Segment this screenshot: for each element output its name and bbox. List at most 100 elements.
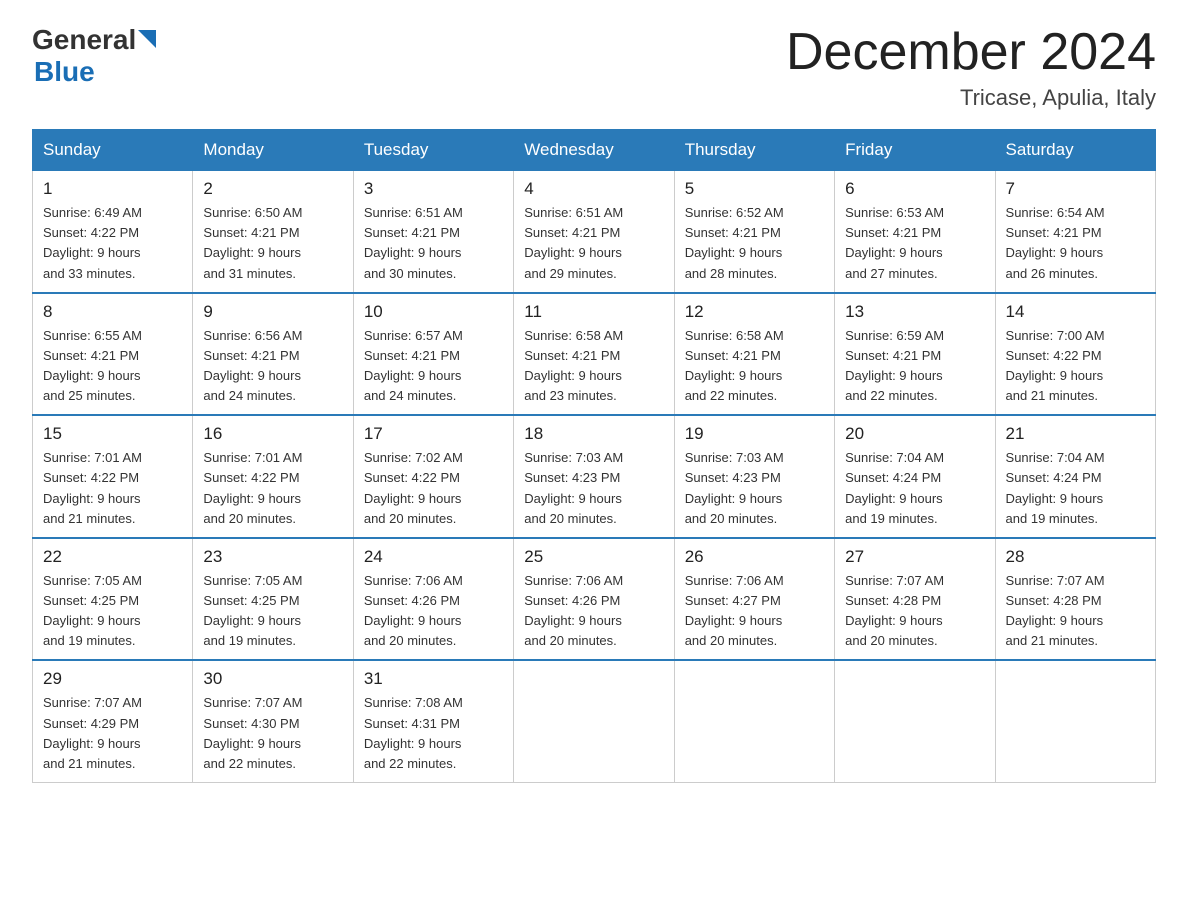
calendar-cell: 19 Sunrise: 7:03 AMSunset: 4:23 PMDayligh… — [674, 415, 834, 538]
calendar-cell: 5Sunrise: 6:52 AMSunset: 4:21 PMDaylight… — [674, 171, 834, 293]
day-number: 24 — [364, 547, 503, 567]
day-number: 23 — [203, 547, 342, 567]
day-info: Sunrise: 7:07 AMSunset: 4:28 PMDaylight:… — [1006, 571, 1145, 652]
day-number: 28 — [1006, 547, 1145, 567]
calendar-cell: 7Sunrise: 6:54 AMSunset: 4:21 PMDaylight… — [995, 171, 1155, 293]
calendar-week-row: 29 Sunrise: 7:07 AMSunset: 4:29 PMDayligh… — [33, 660, 1156, 782]
day-number: 4 — [524, 179, 663, 199]
weekday-header-saturday: Saturday — [995, 130, 1155, 171]
day-number: 16 — [203, 424, 342, 444]
day-number: 21 — [1006, 424, 1145, 444]
day-info: Sunrise: 7:07 AMSunset: 4:28 PMDaylight:… — [845, 571, 984, 652]
logo-blue-text: Blue — [34, 56, 95, 87]
day-number: 7 — [1006, 179, 1145, 199]
weekday-header-row: SundayMondayTuesdayWednesdayThursdayFrid… — [33, 130, 1156, 171]
day-info: Sunrise: 7:00 AMSunset: 4:22 PMDaylight:… — [1006, 326, 1145, 407]
day-number: 31 — [364, 669, 503, 689]
day-number: 12 — [685, 302, 824, 322]
day-number: 22 — [43, 547, 182, 567]
day-info: Sunrise: 7:07 AMSunset: 4:29 PMDaylight:… — [43, 693, 182, 774]
day-number: 18 — [524, 424, 663, 444]
calendar-cell: 4 Sunrise: 6:51 AMSunset: 4:21 PMDaylight… — [514, 171, 674, 293]
calendar-cell: 28 Sunrise: 7:07 AMSunset: 4:28 PMDayligh… — [995, 538, 1155, 661]
calendar-cell: 18 Sunrise: 7:03 AMSunset: 4:23 PMDayligh… — [514, 415, 674, 538]
day-number: 15 — [43, 424, 182, 444]
weekday-header-thursday: Thursday — [674, 130, 834, 171]
day-info: Sunrise: 6:58 AMSunset: 4:21 PMDaylight:… — [524, 326, 663, 407]
day-info: Sunrise: 6:52 AMSunset: 4:21 PMDaylight:… — [685, 203, 824, 284]
day-number: 10 — [364, 302, 503, 322]
weekday-header-sunday: Sunday — [33, 130, 193, 171]
calendar-cell: 13 Sunrise: 6:59 AMSunset: 4:21 PMDayligh… — [835, 293, 995, 416]
calendar-cell: 14Sunrise: 7:00 AMSunset: 4:22 PMDayligh… — [995, 293, 1155, 416]
day-info: Sunrise: 6:49 AMSunset: 4:22 PMDaylight:… — [43, 203, 182, 284]
day-number: 19 — [685, 424, 824, 444]
calendar-cell: 15 Sunrise: 7:01 AMSunset: 4:22 PMDayligh… — [33, 415, 193, 538]
calendar-cell: 17Sunrise: 7:02 AMSunset: 4:22 PMDayligh… — [353, 415, 513, 538]
calendar-cell: 12 Sunrise: 6:58 AMSunset: 4:21 PMDayligh… — [674, 293, 834, 416]
day-info: Sunrise: 6:59 AMSunset: 4:21 PMDaylight:… — [845, 326, 984, 407]
calendar-cell: 11 Sunrise: 6:58 AMSunset: 4:21 PMDayligh… — [514, 293, 674, 416]
calendar-cell: 1 Sunrise: 6:49 AMSunset: 4:22 PMDaylight… — [33, 171, 193, 293]
day-number: 27 — [845, 547, 984, 567]
location-text: Tricase, Apulia, Italy — [786, 85, 1156, 111]
calendar-cell: 20 Sunrise: 7:04 AMSunset: 4:24 PMDayligh… — [835, 415, 995, 538]
day-number: 26 — [685, 547, 824, 567]
day-info: Sunrise: 7:04 AMSunset: 4:24 PMDaylight:… — [1006, 448, 1145, 529]
calendar-cell: 23 Sunrise: 7:05 AMSunset: 4:25 PMDayligh… — [193, 538, 353, 661]
calendar-cell: 24Sunrise: 7:06 AMSunset: 4:26 PMDayligh… — [353, 538, 513, 661]
day-info: Sunrise: 7:04 AMSunset: 4:24 PMDaylight:… — [845, 448, 984, 529]
calendar-week-row: 22 Sunrise: 7:05 AMSunset: 4:25 PMDayligh… — [33, 538, 1156, 661]
day-info: Sunrise: 7:05 AMSunset: 4:25 PMDaylight:… — [43, 571, 182, 652]
day-info: Sunrise: 7:08 AMSunset: 4:31 PMDaylight:… — [364, 693, 503, 774]
day-number: 17 — [364, 424, 503, 444]
calendar-cell: 2Sunrise: 6:50 AMSunset: 4:21 PMDaylight… — [193, 171, 353, 293]
calendar-cell: 26 Sunrise: 7:06 AMSunset: 4:27 PMDayligh… — [674, 538, 834, 661]
calendar-cell: 27 Sunrise: 7:07 AMSunset: 4:28 PMDayligh… — [835, 538, 995, 661]
day-info: Sunrise: 6:55 AMSunset: 4:21 PMDaylight:… — [43, 326, 182, 407]
day-number: 9 — [203, 302, 342, 322]
day-number: 8 — [43, 302, 182, 322]
day-number: 11 — [524, 302, 663, 322]
day-info: Sunrise: 6:57 AMSunset: 4:21 PMDaylight:… — [364, 326, 503, 407]
logo-arrow-icon — [138, 30, 156, 48]
calendar-cell — [995, 660, 1155, 782]
day-info: Sunrise: 6:51 AMSunset: 4:21 PMDaylight:… — [364, 203, 503, 284]
calendar-cell: 9Sunrise: 6:56 AMSunset: 4:21 PMDaylight… — [193, 293, 353, 416]
calendar-week-row: 8 Sunrise: 6:55 AMSunset: 4:21 PMDaylight… — [33, 293, 1156, 416]
day-number: 29 — [43, 669, 182, 689]
day-info: Sunrise: 6:58 AMSunset: 4:21 PMDaylight:… — [685, 326, 824, 407]
day-info: Sunrise: 7:01 AMSunset: 4:22 PMDaylight:… — [43, 448, 182, 529]
day-number: 6 — [845, 179, 984, 199]
day-number: 2 — [203, 179, 342, 199]
calendar-week-row: 15 Sunrise: 7:01 AMSunset: 4:22 PMDayligh… — [33, 415, 1156, 538]
weekday-header-monday: Monday — [193, 130, 353, 171]
logo-general-text: General — [32, 24, 136, 56]
calendar-cell: 6Sunrise: 6:53 AMSunset: 4:21 PMDaylight… — [835, 171, 995, 293]
calendar-cell: 8 Sunrise: 6:55 AMSunset: 4:21 PMDaylight… — [33, 293, 193, 416]
day-number: 3 — [364, 179, 503, 199]
day-info: Sunrise: 7:05 AMSunset: 4:25 PMDaylight:… — [203, 571, 342, 652]
weekday-header-friday: Friday — [835, 130, 995, 171]
day-number: 1 — [43, 179, 182, 199]
calendar-week-row: 1 Sunrise: 6:49 AMSunset: 4:22 PMDaylight… — [33, 171, 1156, 293]
day-number: 20 — [845, 424, 984, 444]
day-info: Sunrise: 7:06 AMSunset: 4:27 PMDaylight:… — [685, 571, 824, 652]
calendar-table: SundayMondayTuesdayWednesdayThursdayFrid… — [32, 129, 1156, 783]
day-info: Sunrise: 7:03 AMSunset: 4:23 PMDaylight:… — [524, 448, 663, 529]
title-section: December 2024 Tricase, Apulia, Italy — [786, 24, 1156, 111]
day-number: 25 — [524, 547, 663, 567]
weekday-header-wednesday: Wednesday — [514, 130, 674, 171]
calendar-cell: 10 Sunrise: 6:57 AMSunset: 4:21 PMDayligh… — [353, 293, 513, 416]
month-title: December 2024 — [786, 24, 1156, 81]
calendar-cell: 21 Sunrise: 7:04 AMSunset: 4:24 PMDayligh… — [995, 415, 1155, 538]
day-info: Sunrise: 7:03 AMSunset: 4:23 PMDaylight:… — [685, 448, 824, 529]
calendar-cell — [674, 660, 834, 782]
calendar-cell — [835, 660, 995, 782]
day-number: 13 — [845, 302, 984, 322]
day-info: Sunrise: 6:51 AMSunset: 4:21 PMDaylight:… — [524, 203, 663, 284]
weekday-header-tuesday: Tuesday — [353, 130, 513, 171]
calendar-cell: 22 Sunrise: 7:05 AMSunset: 4:25 PMDayligh… — [33, 538, 193, 661]
calendar-cell — [514, 660, 674, 782]
day-number: 30 — [203, 669, 342, 689]
